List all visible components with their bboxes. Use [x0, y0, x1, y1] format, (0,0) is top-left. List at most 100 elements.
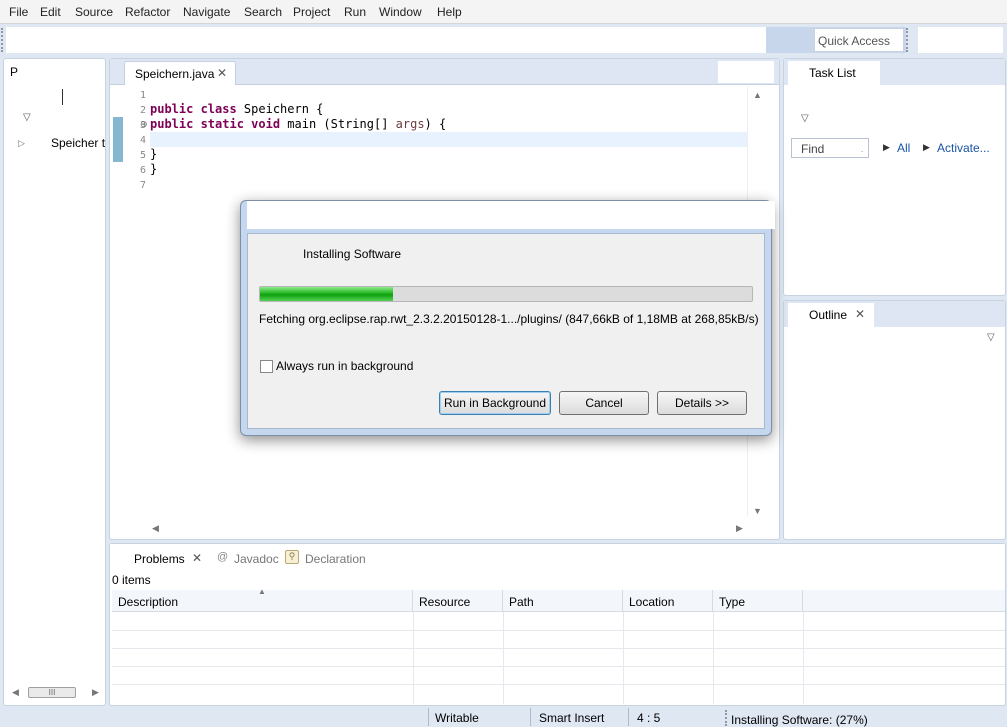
column-type[interactable]: Type	[713, 590, 803, 612]
table-row-line	[112, 666, 1005, 667]
details-button[interactable]: Details >>	[657, 391, 747, 415]
scroll-up-icon[interactable]: ▲	[753, 90, 762, 100]
column-description[interactable]: Description ▲	[112, 587, 413, 612]
bottom-tab-bar: Problems ✕ @ Javadoc ⚲ Declaration	[110, 544, 1005, 570]
quick-access-input[interactable]: Quick Access	[814, 28, 904, 52]
editor-tab-label: Speichern.java	[135, 67, 215, 81]
cancel-button[interactable]: Cancel	[559, 391, 649, 415]
arrow-right-icon: ▶	[923, 142, 930, 152]
code-line[interactable]: }	[150, 162, 157, 176]
status-insert-mode: Smart Insert	[539, 711, 605, 725]
close-icon[interactable]: ✕	[217, 66, 227, 80]
progress-fill	[260, 287, 393, 301]
code-line[interactable]: public class Speichern {	[150, 102, 323, 116]
close-icon[interactable]: ✕	[192, 551, 202, 565]
fold-collapse-icon[interactable]: ⊖	[140, 119, 148, 130]
line-number: 4	[139, 135, 146, 146]
status-progress-task[interactable]: Installing Software: (27%)	[731, 713, 868, 727]
line-number-gutter: 1 2 3 ⊖ 4 5 6 7	[110, 86, 150, 533]
column-path[interactable]: Path	[503, 590, 623, 612]
activate-link[interactable]: Activate...	[937, 141, 990, 155]
package-explorer-tab[interactable]: P	[10, 65, 18, 79]
all-link[interactable]: All	[897, 141, 910, 155]
arrow-right-icon: ▶	[883, 142, 890, 152]
status-separator	[530, 708, 531, 726]
toolbar-grip-right[interactable]	[906, 28, 909, 52]
line-number: 5	[139, 150, 146, 161]
outline-tab-label: Outline	[809, 308, 848, 322]
column-filler	[803, 590, 1005, 612]
tab-declaration[interactable]: Declaration	[305, 552, 366, 566]
editor-minmax-area[interactable]	[718, 61, 774, 83]
tab-speichern-java[interactable]: Speichern.java ✕	[124, 61, 236, 85]
line-number: 1	[139, 90, 146, 101]
outline-view: Outline ✕ ▽	[783, 300, 1006, 540]
tab-problems[interactable]: Problems ✕	[124, 546, 214, 570]
table-row-line	[112, 630, 1005, 631]
table-row-line	[112, 684, 1005, 685]
status-writable: Writable	[435, 711, 479, 725]
dialog-body: Installing Software Fetching org.eclipse…	[247, 233, 765, 429]
menu-refactor[interactable]: Refactor	[125, 5, 170, 19]
menu-search[interactable]: Search	[244, 5, 282, 19]
task-list-tab-label: Task List	[809, 66, 856, 80]
table-row-line	[112, 648, 1005, 649]
table-col-line	[413, 612, 414, 704]
menu-file[interactable]: File	[9, 5, 28, 19]
scroll-left-icon[interactable]: ◀	[12, 687, 19, 698]
table-col-line	[503, 612, 504, 704]
column-location[interactable]: Location	[623, 590, 713, 612]
task-find-input[interactable]: Find .	[791, 138, 869, 158]
code-line[interactable]: public static void main (String[] args) …	[150, 117, 446, 131]
dialog-titlebar[interactable]	[247, 201, 775, 229]
toolbar-strip	[6, 27, 766, 53]
search-dropdown-icon[interactable]: .	[861, 145, 863, 154]
table-col-line	[623, 612, 624, 704]
scroll-thumb[interactable]: III	[28, 687, 76, 698]
status-separator	[628, 708, 629, 726]
tree-item-project[interactable]: Speicher t	[51, 136, 105, 150]
menu-project[interactable]: Project	[293, 5, 330, 19]
quick-access: Quick Access	[766, 27, 906, 53]
menu-help[interactable]: Help	[437, 5, 462, 19]
current-line-highlight	[150, 132, 747, 147]
always-background-label[interactable]: Always run in background	[276, 359, 413, 373]
task-list-view: Task List ▽ Find . ▶ All ▶ Activate...	[783, 58, 1006, 296]
scroll-right-icon[interactable]: ▶	[736, 523, 743, 534]
line-number: 6	[139, 165, 146, 176]
code-line[interactable]: }	[150, 147, 157, 161]
menu-window[interactable]: Window	[379, 5, 422, 19]
problems-table: Description ▲ Resource Path Location Typ…	[112, 587, 1005, 704]
view-menu-icon[interactable]: ▽	[987, 332, 995, 343]
run-in-background-button[interactable]: Run in Background	[439, 391, 551, 415]
progress-detail: Fetching org.eclipse.rap.rwt_2.3.2.20150…	[259, 312, 759, 326]
close-icon[interactable]: ✕	[855, 307, 865, 321]
always-background-checkbox[interactable]	[260, 360, 273, 373]
installing-software-dialog: Installing Software Fetching org.eclipse…	[240, 200, 775, 436]
menu-edit[interactable]: Edit	[40, 5, 61, 19]
line-number: 2	[139, 105, 146, 116]
toolbar-grip[interactable]	[1, 28, 4, 52]
menu-source[interactable]: Source	[75, 5, 113, 19]
menu-bar: File Edit Source Refactor Navigate Searc…	[0, 0, 1007, 24]
scroll-down-icon[interactable]: ▼	[753, 506, 762, 516]
tab-outline[interactable]: Outline ✕	[788, 303, 874, 327]
menu-run[interactable]: Run	[344, 5, 366, 19]
menu-navigate[interactable]: Navigate	[183, 5, 230, 19]
column-resource[interactable]: Resource	[413, 590, 503, 612]
scroll-left-icon[interactable]: ◀	[152, 523, 159, 534]
scroll-right-icon[interactable]: ▶	[92, 687, 99, 698]
horizontal-scrollbar[interactable]: ◀ III ▶	[6, 685, 103, 701]
text-cursor	[62, 89, 63, 105]
perspective-bar[interactable]	[918, 27, 1003, 53]
line-number: 7	[139, 180, 146, 191]
status-bar: Writable Smart Insert 4 : 5 Installing S…	[0, 706, 1007, 727]
view-menu-icon[interactable]: ▽	[23, 112, 31, 123]
tree-expand-icon[interactable]: ▷	[18, 138, 25, 149]
horizontal-scrollbar[interactable]: ◀ ▶	[150, 520, 747, 536]
view-menu-icon[interactable]: ▽	[801, 113, 809, 124]
table-col-line	[713, 612, 714, 704]
main-toolbar: Quick Access	[0, 24, 1007, 56]
tab-task-list[interactable]: Task List	[788, 61, 880, 85]
tab-javadoc[interactable]: Javadoc	[234, 552, 279, 566]
